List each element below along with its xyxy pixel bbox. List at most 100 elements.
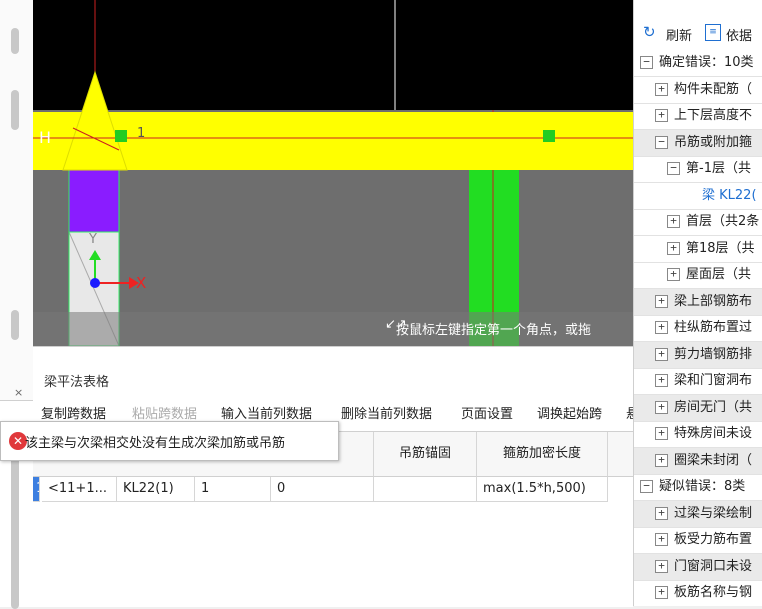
canvas-status-bar: ↙↗ 按鼠标左键指定第一个角点，或拖 [33, 312, 633, 346]
tree-item[interactable]: + 柱纵筋布置过 [634, 315, 762, 342]
tree-item[interactable]: + 剪力墙钢筋排 [634, 341, 762, 369]
tree-item-label: 首层（共2条 [686, 214, 760, 229]
expand-icon[interactable]: + [655, 347, 668, 361]
table-cell[interactable]: KL22(1) [117, 477, 195, 502]
tree-item[interactable]: + 构件未配筋（ [634, 77, 762, 104]
tree-item[interactable]: + 过梁与梁绘制 [634, 500, 762, 528]
y-axis-label: Y [89, 232, 97, 247]
tree-item-label: 屋面层（共 [686, 267, 752, 282]
tree-item[interactable]: + 上下层高度不 [634, 103, 762, 130]
tree-item-label: 过梁与梁绘制 [674, 505, 753, 521]
expand-icon[interactable]: + [655, 586, 668, 599]
tree-item-label: 第18层（共 [686, 240, 755, 256]
expand-icon[interactable]: + [655, 427, 668, 440]
tooltip-text: 该主梁与次梁相交处没有生成次梁加筋或吊筋 [25, 436, 286, 451]
tree-item-label: 梁上部钢筋布 [674, 293, 753, 309]
tree-item-label: 板筋名称与钢 [674, 585, 753, 600]
delete-column-button[interactable]: 删除当前列数据 [341, 403, 432, 422]
input-column-button[interactable]: 输入当前列数据 [221, 403, 312, 422]
tree-item[interactable]: + 第18层（共 [634, 236, 762, 263]
table-cell[interactable] [374, 477, 477, 502]
tree-item-label: 板受力筋布置 [674, 532, 753, 547]
tree-item-label: 吊筋或附加箍 [674, 134, 753, 150]
tree-item[interactable]: − 确定错误：10类 [634, 50, 762, 77]
expand-icon[interactable]: + [655, 374, 668, 387]
table-cell[interactable]: 0 [271, 477, 374, 502]
tree-item-label: 构件未配筋（ [674, 81, 753, 97]
tree-item[interactable]: + 门窗洞口未设 [634, 553, 762, 581]
check-results-panel: ↻ 刷新 ≡ 依据 − 确定错误：10类 + 构件未配筋（ + 上下层高度不 − 吊筋或附加箍… [633, 0, 762, 606]
tree-item-label: 剪力墙钢筋排 [674, 346, 753, 362]
x-axis-label: X [136, 274, 147, 292]
tree-item-label: 疑似错误：8类 [659, 479, 746, 494]
expand-icon[interactable]: + [655, 453, 668, 467]
scrollbar-thumb[interactable] [11, 310, 19, 340]
tree-item[interactable]: 梁 KL22( [634, 183, 762, 210]
tree-item[interactable]: + 特殊房间未设 [634, 421, 762, 448]
collapse-icon[interactable]: − [640, 56, 653, 69]
cad-drawing [33, 0, 633, 346]
table-header-stirrup-length: 箍筋加密长度 [477, 432, 608, 477]
tree-item-label: 特殊房间未设 [674, 426, 753, 441]
expand-icon[interactable]: + [667, 268, 680, 281]
expand-icon[interactable]: + [655, 82, 668, 96]
panel-title: 梁平法表格 [44, 375, 110, 390]
table-cell[interactable]: max(1.5*h,500) [477, 477, 608, 502]
close-icon[interactable]: × [14, 386, 23, 399]
tree-item[interactable]: + 板受力筋布置 [634, 527, 762, 554]
page-setup-button[interactable]: 页面设置 [461, 403, 513, 422]
tree-item[interactable]: − 疑似错误：8类 [634, 474, 762, 501]
tree-item-label: 确定错误：10类 [659, 55, 754, 70]
expand-icon[interactable]: + [655, 321, 668, 334]
collapse-icon[interactable]: − [655, 135, 668, 149]
tree-item[interactable]: + 板筋名称与钢 [634, 580, 762, 606]
results-toolbar: ↻ 刷新 ≡ 依据 [634, 20, 762, 46]
error-tooltip: ✕ 该主梁与次梁相交处没有生成次梁加筋或吊筋 [0, 421, 339, 461]
tree-item-label: 房间无门（共 [674, 399, 753, 415]
scrollbar-thumb[interactable] [11, 28, 19, 54]
row-index[interactable]: 1 [33, 477, 40, 502]
tree-item-label: 梁和门窗洞布 [674, 373, 753, 388]
scrollbar-thumb[interactable] [11, 90, 19, 130]
swap-start-span-button[interactable]: 调换起始跨 [537, 403, 602, 422]
expand-icon[interactable]: + [655, 533, 668, 546]
tree-item[interactable]: + 屋面层（共 [634, 262, 762, 289]
tree-item[interactable]: + 圈梁未封闭（ [634, 447, 762, 475]
tree-item-label: 上下层高度不 [674, 108, 753, 123]
refresh-icon[interactable]: ↻ [643, 23, 656, 41]
table-cell[interactable]: <11+1... [42, 477, 117, 502]
expand-icon[interactable]: + [655, 506, 668, 520]
tree-item[interactable]: − 第-1层（共 [634, 156, 762, 183]
tree-item-label: 圈梁未封闭（ [674, 452, 753, 468]
tree-item-label: 门窗洞口未设 [674, 558, 753, 574]
table-header-hanger-anchor: 吊筋锚固 [374, 432, 477, 477]
table-cell[interactable]: 1 [195, 477, 271, 502]
tree-item[interactable]: + 梁上部钢筋布 [634, 288, 762, 316]
collapse-icon[interactable]: − [667, 162, 680, 175]
expand-icon[interactable]: + [655, 294, 668, 308]
expand-icon[interactable]: + [667, 215, 680, 228]
drawing-canvas[interactable]: H 1 X Y ↙↗ 按鼠标左键指定第一个角点，或拖 [33, 0, 633, 346]
tree-item[interactable]: + 房间无门（共 [634, 394, 762, 422]
expand-icon[interactable]: + [667, 241, 680, 255]
basis-button[interactable]: 依据 [726, 25, 752, 44]
tree-item-label: 第-1层（共 [686, 161, 751, 176]
axis-label-h: H [39, 128, 52, 147]
expand-icon[interactable]: + [655, 400, 668, 414]
tree-item-label: 梁 KL22( [702, 187, 757, 203]
tree-item[interactable]: + 梁和门窗洞布 [634, 368, 762, 395]
tree-item-label: 柱纵筋布置过 [674, 320, 753, 335]
status-hint: 按鼠标左键指定第一个角点，或拖 [396, 323, 592, 338]
refresh-button[interactable]: 刷新 [666, 25, 692, 44]
tree-item[interactable]: + 首层（共2条 [634, 209, 762, 236]
expand-icon[interactable]: + [655, 109, 668, 122]
collapse-icon[interactable]: − [640, 480, 653, 493]
beam-label: 1 [137, 126, 146, 141]
tree-item[interactable]: − 吊筋或附加箍 [634, 129, 762, 157]
copy-span-button[interactable]: 复制跨数据 [41, 403, 106, 422]
expand-icon[interactable]: + [655, 559, 668, 573]
beam-table-panel: 梁平法表格 复制跨数据 粘贴跨数据 输入当前列数据 删除当前列数据 页面设置 调… [33, 346, 639, 607]
scrollbar-thumb[interactable] [11, 449, 19, 609]
paste-span-button[interactable]: 粘贴跨数据 [132, 403, 197, 422]
document-search-icon[interactable]: ≡ [705, 24, 721, 41]
